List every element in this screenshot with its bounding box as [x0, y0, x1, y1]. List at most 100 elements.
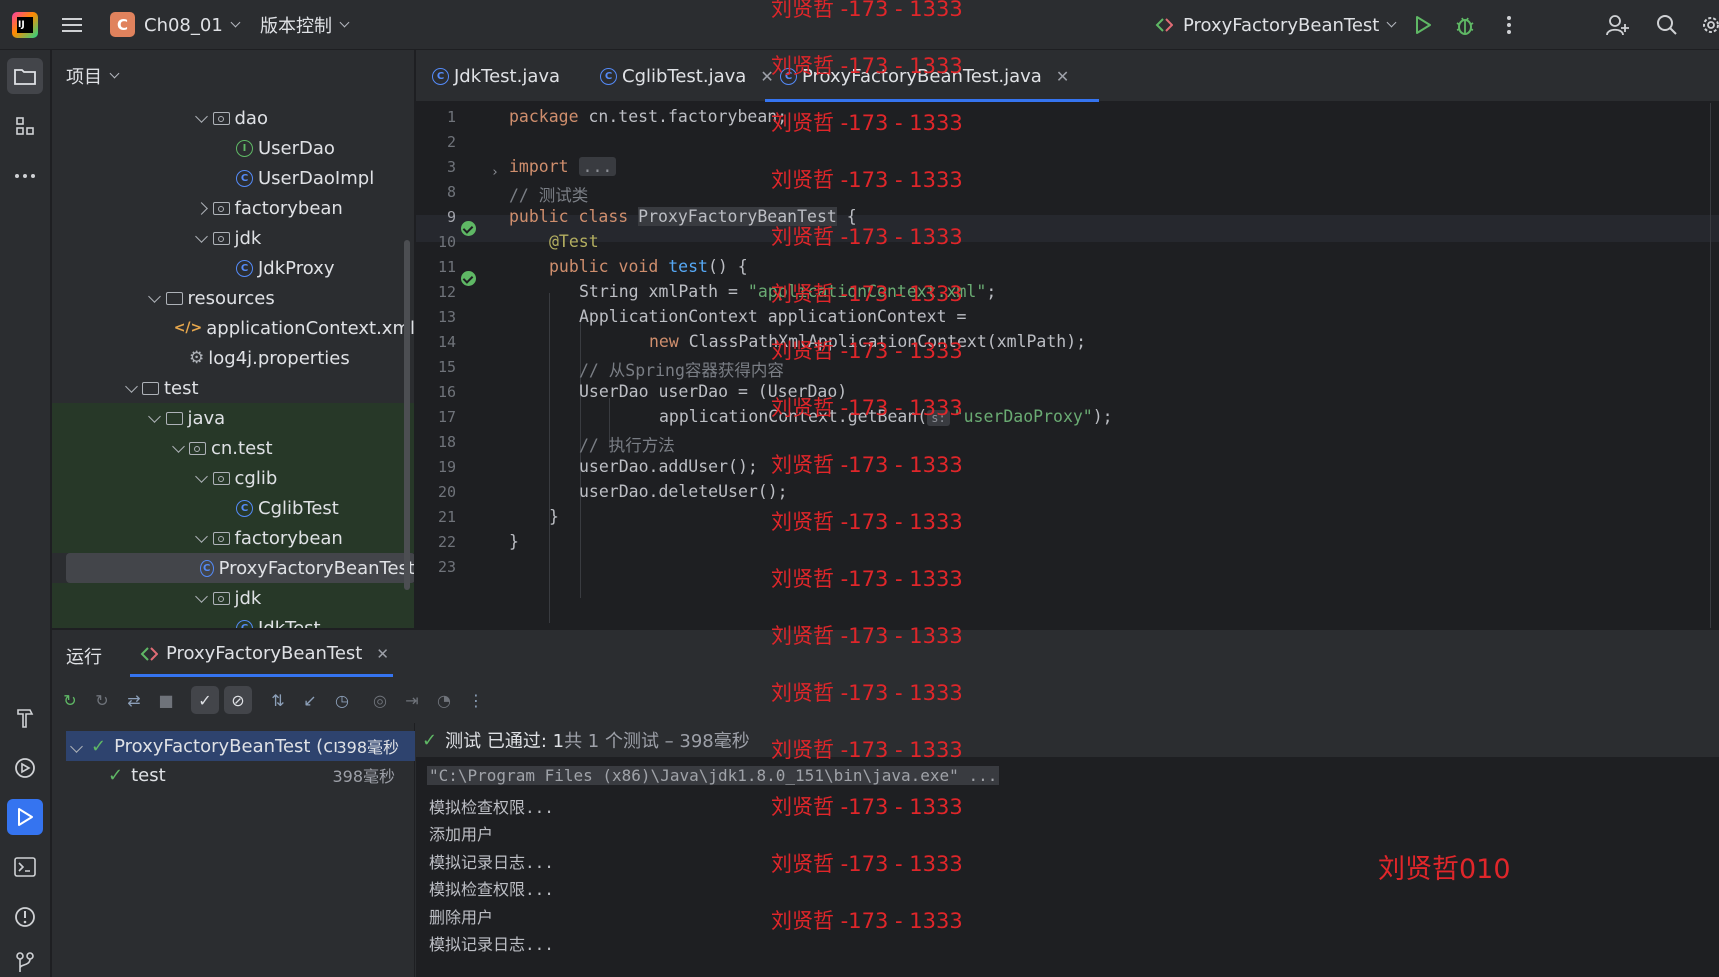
chevron-down-icon[interactable]: [70, 739, 83, 753]
interface-icon: I: [236, 139, 253, 157]
chevron-down-icon[interactable]: [195, 229, 208, 243]
tree-item-test[interactable]: test: [52, 373, 414, 403]
chevron-down-icon[interactable]: [124, 379, 138, 393]
debug-icon[interactable]: [1452, 12, 1478, 38]
line-number: 19: [437, 458, 456, 476]
console-line: 模拟记录日志...: [429, 852, 554, 872]
tree-item-jdk[interactable]: jdk: [52, 223, 414, 253]
intellij-logo-icon[interactable]: IJ: [12, 12, 38, 38]
run-test-class-icon[interactable]: [461, 221, 476, 236]
tree-item-resources[interactable]: resources: [52, 283, 414, 313]
fold-chevron-icon[interactable]: ›: [491, 165, 499, 180]
tree-item-cglib[interactable]: cglib: [52, 463, 414, 493]
rerun-failed-icon[interactable]: ↻: [88, 686, 116, 714]
tree-item-label: ProxyFactoryBeanTest: [218, 557, 415, 579]
project-tool-folder-icon[interactable]: [7, 58, 43, 94]
tree-item-jdk[interactable]: jdk: [52, 583, 414, 613]
show-passed-icon[interactable]: ✓: [191, 686, 219, 714]
tree-item-userdaoimpl[interactable]: C UserDaoImpl: [52, 163, 414, 193]
services-icon[interactable]: [7, 750, 43, 786]
tree-item-cn-test[interactable]: cn.test: [52, 433, 414, 463]
run-test-method-icon[interactable]: [461, 271, 476, 286]
more-vertical-icon[interactable]: [1496, 12, 1522, 38]
terminal-icon[interactable]: [7, 849, 43, 885]
project-name: Ch08_01: [144, 14, 223, 36]
watermark-text: 刘贤哲 -173 - 1333: [771, 396, 963, 420]
vcs-menu[interactable]: 版本控制: [260, 0, 350, 50]
problems-icon[interactable]: [7, 899, 43, 935]
chevron-down-icon[interactable]: [148, 289, 161, 303]
search-icon[interactable]: [1654, 12, 1680, 38]
console-output[interactable]: ✓ 测试 已通过: 1 共 1 个测试 – 398毫秒 "C:\Program …: [416, 723, 1719, 977]
show-ignored-icon[interactable]: ⊘: [224, 686, 252, 714]
toggle-auto-test-icon[interactable]: ⇄: [120, 686, 148, 714]
properties-file-icon: ⚙: [189, 348, 205, 368]
test-suite-row[interactable]: ✓ ProxyFactoryBeanTest (cı 398毫秒: [66, 731, 415, 761]
chevron-down-icon[interactable]: [195, 469, 208, 483]
tree-item-applicationcontext-xml[interactable]: </> applicationContext.xml: [52, 313, 415, 343]
run-tab-label: ProxyFactoryBeanTest: [166, 643, 363, 664]
editor-scrollbar[interactable]: [1710, 103, 1711, 628]
coverage-icon[interactable]: ◔: [430, 686, 458, 714]
tree-item-label: jdk: [234, 227, 262, 249]
xml-file-icon: </>: [173, 320, 203, 336]
run-tab-proxyfactorybeantest[interactable]: ProxyFactoryBeanTest ✕: [130, 630, 393, 677]
watermark-text: 刘贤哲 -173 - 1333: [771, 0, 963, 21]
project-scrollbar[interactable]: [404, 240, 410, 590]
tree-item-proxyfactorybeantest[interactable]: C ProxyFactoryBeanTest: [66, 553, 415, 583]
watermark-text: 刘贤哲 -173 - 1333: [771, 510, 963, 534]
git-branch-icon[interactable]: [7, 945, 43, 977]
line-number: 3: [446, 158, 456, 176]
chevron-down-icon[interactable]: [148, 409, 161, 423]
indent-guide: [549, 293, 550, 623]
run-icon[interactable]: [1410, 12, 1436, 38]
tab-cglibtest[interactable]: C CglibTest.java ✕: [600, 50, 774, 102]
tab-jdktest[interactable]: C JdkTest.java: [432, 50, 560, 102]
structure-icon[interactable]: [7, 108, 43, 144]
test-history-icon[interactable]: ◷: [328, 686, 356, 714]
run-tool-icon[interactable]: [7, 799, 43, 835]
test-case-row[interactable]: ✓ test 398毫秒: [66, 760, 415, 790]
watermark-text: 刘贤哲 -173 - 1333: [771, 567, 963, 591]
package-icon: [212, 531, 230, 545]
run-config-selector[interactable]: ProxyFactoryBeanTest: [1155, 0, 1397, 50]
tree-item-dao[interactable]: dao: [52, 103, 414, 133]
tree-item-log4j-properties[interactable]: ⚙ log4j.properties: [52, 343, 414, 373]
project-badge[interactable]: C: [110, 12, 135, 37]
tree-item-factorybean[interactable]: factorybean: [52, 523, 414, 553]
close-icon[interactable]: ✕: [1056, 67, 1069, 86]
tree-item-jdktest[interactable]: C JdkTest: [52, 613, 414, 628]
rerun-icon[interactable]: ↻: [56, 686, 84, 714]
line-number: 23: [437, 558, 456, 576]
tree-item-cglibtest[interactable]: C CglibTest: [52, 493, 414, 523]
settings-gear-icon[interactable]: [1698, 12, 1719, 38]
test-duration: 398毫秒: [336, 738, 399, 757]
project-switcher[interactable]: Ch08_01: [144, 0, 241, 50]
project-panel-header[interactable]: 项目: [52, 50, 414, 102]
build-hammer-icon[interactable]: [7, 700, 43, 736]
chevron-down-icon[interactable]: [171, 439, 185, 453]
close-icon[interactable]: ✕: [376, 645, 389, 663]
stop-icon[interactable]: ■: [152, 686, 180, 714]
tree-item-factorybean[interactable]: factorybean: [52, 193, 414, 223]
chevron-down-icon[interactable]: [195, 109, 208, 123]
import-icon[interactable]: ⇥: [398, 686, 426, 714]
tree-item-userdao[interactable]: I UserDao: [52, 133, 414, 163]
code-line-21: }: [549, 507, 559, 526]
sort-alphabetically-icon[interactable]: ⇅: [264, 686, 292, 714]
more-vertical-icon[interactable]: ⋮: [462, 686, 490, 714]
chevron-right-icon[interactable]: [195, 201, 208, 215]
code-editor[interactable]: 1 2 3 8 9 10 11 12 13 14 15 16 17 18 19 20 21 22 23 › pack…: [416, 103, 1719, 628]
chevron-down-icon[interactable]: [195, 529, 208, 543]
add-user-icon[interactable]: [1605, 12, 1631, 38]
collapse-all-icon[interactable]: ↙: [296, 686, 324, 714]
main-menu-icon[interactable]: [62, 0, 86, 50]
chevron-down-icon[interactable]: [195, 589, 208, 603]
tree-item-java[interactable]: java: [52, 403, 414, 433]
tree-item-label: applicationContext.xml: [206, 317, 415, 339]
tree-item-jdkproxy[interactable]: C JdkProxy: [52, 253, 414, 283]
code-line-18: // 执行方法: [579, 436, 675, 455]
more-horizontal-icon[interactable]: [7, 158, 43, 194]
export-icon[interactable]: ◎: [366, 686, 394, 714]
run-config-name: ProxyFactoryBeanTest: [1183, 14, 1380, 36]
